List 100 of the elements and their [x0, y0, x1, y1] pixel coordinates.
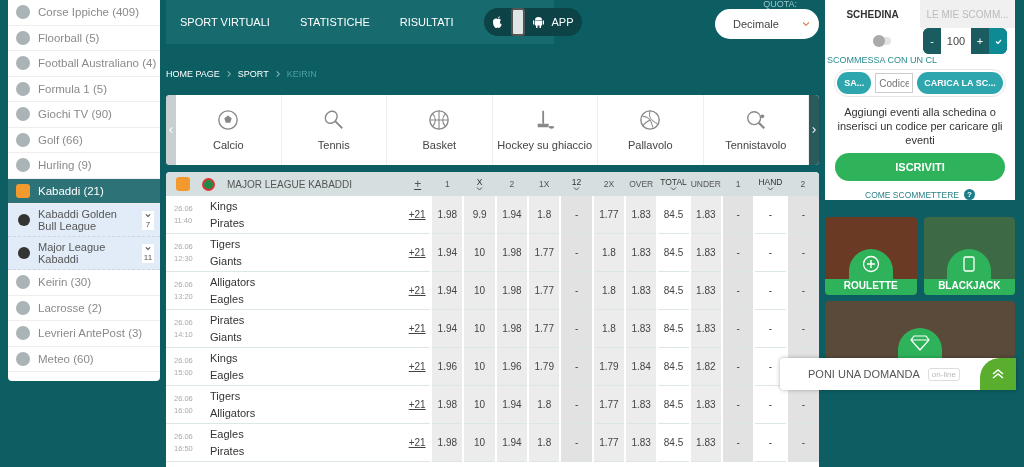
odds-value[interactable]: 1.84 [631, 361, 651, 372]
sidebar-item[interactable]: Golf (66) [8, 127, 160, 153]
odds-value[interactable]: 1.98 [437, 209, 458, 220]
odds-value[interactable]: - [736, 437, 740, 448]
odds-value[interactable]: 1.94 [437, 285, 458, 296]
sidebar-item[interactable]: Meteo (60) [8, 346, 160, 372]
nav-link[interactable]: RISULTATI [399, 16, 454, 28]
odds-value[interactable]: 1.8 [537, 399, 552, 410]
odds-value[interactable]: - [768, 399, 773, 410]
odds-value[interactable]: 1.8 [537, 437, 552, 448]
nav-link[interactable]: STATISTICHE [299, 16, 370, 28]
sidebar-item[interactable]: Lacrosse (2) [8, 295, 160, 321]
sidebar-item[interactable]: Football Australiano (4) [8, 51, 160, 77]
odds-value[interactable]: - [736, 323, 740, 334]
column-header[interactable]: 1 [444, 179, 450, 189]
odds-value[interactable]: 1.83 [631, 285, 651, 296]
odds-value[interactable]: 1.79 [534, 361, 554, 372]
odds-value[interactable]: 1.83 [696, 285, 716, 296]
odds-value[interactable]: - [574, 209, 579, 220]
odds-value[interactable]: 1.83 [631, 437, 651, 448]
column-header[interactable]: 1 [735, 179, 741, 189]
odds-value[interactable]: 1.94 [502, 209, 522, 220]
odds-value[interactable]: 84.5 [663, 285, 684, 296]
odds-value[interactable]: - [768, 437, 773, 448]
odds-value[interactable]: 1.83 [696, 209, 716, 220]
odds-value[interactable]: 1.77 [534, 285, 554, 296]
sport-tab[interactable]: Pallavolo [598, 95, 704, 165]
sidebar-item[interactable]: Keirin (30) [8, 270, 160, 296]
sidebar-item[interactable]: Hurling (9) [8, 153, 160, 179]
more-markets-link[interactable]: +21 [408, 209, 426, 220]
odds-value[interactable]: 1.83 [696, 399, 716, 410]
odds-value[interactable]: 1.98 [502, 323, 522, 334]
odds-value[interactable]: 84.5 [663, 247, 684, 258]
odds-value[interactable]: - [574, 437, 579, 448]
odds-value[interactable]: 84.5 [663, 399, 684, 410]
odds-value[interactable]: 1.98 [437, 399, 458, 410]
column-header[interactable]: 12 [571, 177, 582, 187]
odds-value[interactable]: - [801, 247, 805, 258]
odds-value[interactable]: 10 [474, 361, 486, 372]
odds-value[interactable]: 1.83 [696, 247, 716, 258]
odds-value[interactable]: 1.8 [537, 209, 552, 220]
sidebar-item[interactable]: Corse Ippiche (409) [8, 0, 160, 26]
breadcrumb-link[interactable]: HOME PAGE [166, 69, 220, 79]
odds-value[interactable]: 1.83 [631, 247, 651, 258]
odds-value[interactable]: 1.98 [437, 437, 458, 448]
odds-value[interactable]: 1.82 [696, 361, 716, 372]
odds-value[interactable]: 1.94 [437, 323, 458, 334]
odds-value[interactable]: 10 [474, 323, 486, 334]
odds-value[interactable]: 1.77 [599, 209, 619, 220]
odds-value[interactable]: 1.94 [502, 399, 522, 410]
odds-value[interactable]: 84.5 [663, 437, 684, 448]
nav-link[interactable]: SPORT VIRTUALI [180, 16, 270, 28]
odds-value[interactable]: - [801, 323, 805, 334]
odds-value[interactable]: - [736, 247, 740, 258]
odds-value[interactable]: - [768, 361, 773, 372]
app-download[interactable]: APP [483, 8, 582, 36]
odds-value[interactable]: 1.83 [696, 437, 716, 448]
odds-value[interactable]: - [574, 323, 579, 334]
column-header[interactable]: X [476, 177, 483, 187]
stake-menu-button[interactable] [989, 28, 1007, 54]
column-header[interactable]: 2 [509, 179, 515, 189]
column-header[interactable]: 1X [539, 179, 550, 189]
odds-value[interactable]: 1.83 [631, 209, 651, 220]
more-markets-link[interactable]: +21 [408, 437, 426, 448]
odds-value[interactable]: 1.8 [601, 285, 616, 296]
more-markets-link[interactable]: +21 [408, 399, 426, 410]
help-link[interactable]: COME SCOMMETTERE [865, 189, 959, 200]
slot-tile[interactable] [825, 301, 1015, 358]
sport-tab[interactable]: Hockey su ghiaccio [492, 95, 598, 165]
odds-value[interactable]: - [736, 285, 740, 296]
odds-value[interactable]: - [768, 209, 773, 220]
odds-value[interactable]: 1.83 [631, 323, 651, 334]
column-header[interactable]: 2 [800, 179, 806, 189]
sidebar-item[interactable]: Formula 1 (5) [8, 76, 160, 102]
sidebar-item[interactable]: Kabaddi (21) [8, 178, 160, 204]
odds-value[interactable]: - [801, 399, 805, 410]
odds-format-dropdown[interactable]: Decimale [715, 9, 819, 39]
odds-value[interactable]: 1.77 [534, 247, 554, 258]
toggle-switch[interactable] [873, 37, 891, 45]
odds-value[interactable]: - [768, 323, 773, 334]
odds-value[interactable]: - [736, 209, 740, 220]
sport-tab[interactable]: Tennis [281, 95, 387, 165]
odds-value[interactable]: 1.94 [502, 437, 522, 448]
odds-value[interactable]: 1.94 [437, 247, 458, 258]
chat-widget[interactable]: PONI UNA DOMANDA on-line [780, 358, 1016, 390]
odds-value[interactable]: - [801, 285, 805, 296]
odds-value[interactable]: 1.79 [599, 361, 619, 372]
odds-value[interactable]: 9.9 [472, 209, 487, 220]
league-item[interactable]: Kabaddi Golden Bull League 7 [8, 204, 160, 237]
odds-value[interactable]: 1.77 [599, 399, 619, 410]
stake-field[interactable]: 100 [941, 28, 971, 54]
column-header[interactable]: 2X [603, 179, 615, 189]
odds-value[interactable]: - [768, 285, 773, 296]
odds-value[interactable]: - [768, 247, 773, 258]
more-markets-link[interactable]: +21 [408, 323, 426, 334]
odds-value[interactable]: 10 [474, 399, 486, 410]
odds-value[interactable]: - [801, 437, 805, 448]
scroll-right-button[interactable] [809, 95, 819, 165]
odds-value[interactable]: 1.83 [631, 399, 651, 410]
code-field[interactable]: Codice [875, 73, 914, 93]
